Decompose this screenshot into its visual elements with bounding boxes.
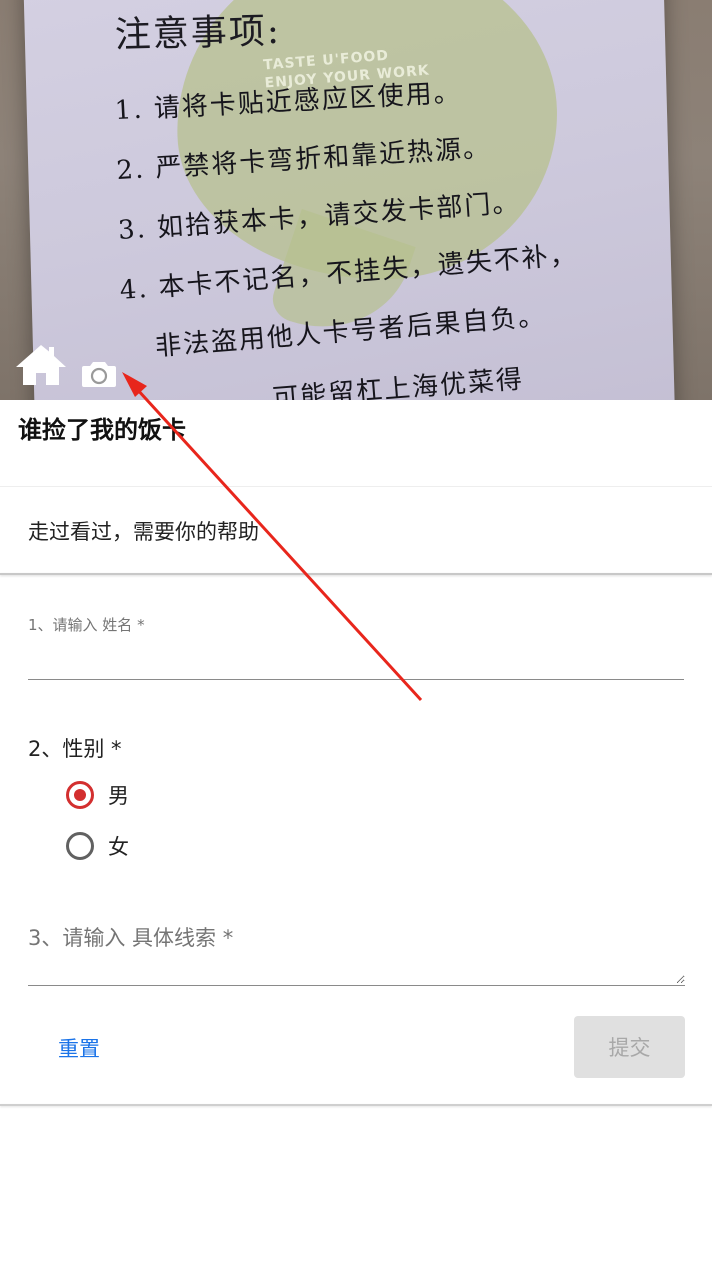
submit-button[interactable]: 提交 (574, 1016, 685, 1078)
form-description: 走过看过，需要你的帮助 (28, 520, 259, 544)
clue-textarea[interactable] (28, 910, 685, 984)
gender-option-male[interactable]: 男 (66, 780, 129, 810)
gender-option-label: 男 (108, 784, 129, 808)
form-title: 谁捡了我的饭卡 (18, 416, 186, 444)
divider (0, 573, 712, 575)
clue-field (28, 910, 685, 986)
divider (0, 1104, 712, 1106)
header-photo: TASTE U'FOOD ENJOY YOUR WORK 注意事项: 1. 请将… (0, 0, 712, 400)
radio-checked-icon[interactable] (66, 781, 94, 809)
name-field-label: 1、请输入 姓名 * (28, 616, 145, 634)
camera-icon[interactable] (82, 359, 116, 387)
gender-option-female[interactable]: 女 (66, 831, 129, 861)
gender-question-label: 2、性别 * (28, 737, 122, 761)
card-notice-lines: 1. 请将卡贴近感应区使用。 2. 严禁将卡弯折和靠近热源。 3. 如拾获本卡，… (114, 64, 582, 400)
radio-unchecked-icon[interactable] (66, 832, 94, 860)
home-icon[interactable] (14, 343, 68, 387)
meal-card-photo: TASTE U'FOOD ENJOY YOUR WORK 注意事项: 1. 请将… (23, 0, 677, 400)
header-icons (14, 343, 116, 387)
name-input[interactable] (28, 640, 684, 680)
reset-button[interactable]: 重置 (58, 1033, 100, 1063)
card-notice-title: 注意事项: (114, 10, 282, 57)
gender-option-label: 女 (108, 835, 129, 859)
divider (0, 486, 712, 487)
